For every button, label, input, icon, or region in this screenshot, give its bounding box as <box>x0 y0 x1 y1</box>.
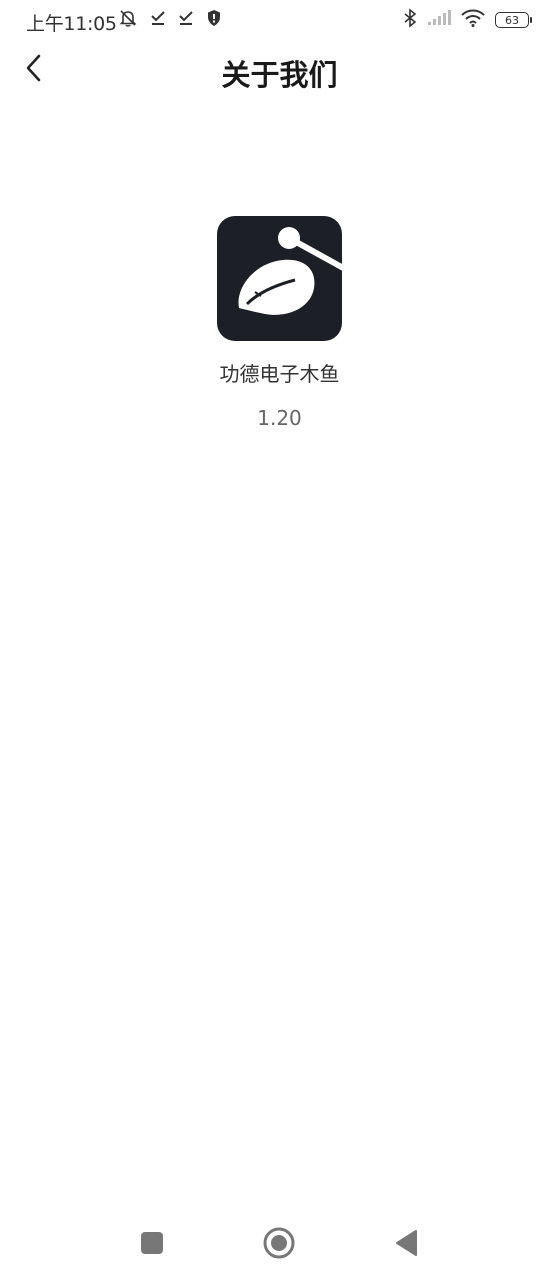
status-icons-right: 63 <box>403 8 532 32</box>
nav-bar <box>0 1215 559 1275</box>
signal-icon <box>427 10 451 30</box>
app-logo <box>217 216 342 341</box>
wooden-fish-icon <box>217 227 342 341</box>
check-icon <box>178 9 194 31</box>
header: 关于我们 <box>0 42 559 104</box>
recents-button[interactable] <box>134 1227 170 1263</box>
battery-icon: 63 <box>495 12 532 28</box>
app-name: 功德电子木鱼 <box>219 362 340 386</box>
back-triangle-icon <box>394 1229 418 1261</box>
status-time: 上午11:05 <box>26 13 117 35</box>
app-version: 1.20 <box>257 406 302 430</box>
bluetooth-icon <box>403 8 417 32</box>
home-button[interactable] <box>261 1227 297 1263</box>
shield-icon <box>206 9 222 31</box>
wifi-icon <box>461 9 485 31</box>
recents-square-icon <box>140 1231 164 1259</box>
battery-level: 63 <box>505 13 519 27</box>
nav-back-button[interactable] <box>388 1227 424 1263</box>
home-circle-icon <box>262 1226 296 1264</box>
page-title: 关于我们 <box>221 58 338 92</box>
status-bar: 上午11:05 63 <box>0 0 559 42</box>
status-icons-left <box>118 9 222 31</box>
check-icon <box>150 9 166 31</box>
mute-bell-icon <box>118 8 138 32</box>
